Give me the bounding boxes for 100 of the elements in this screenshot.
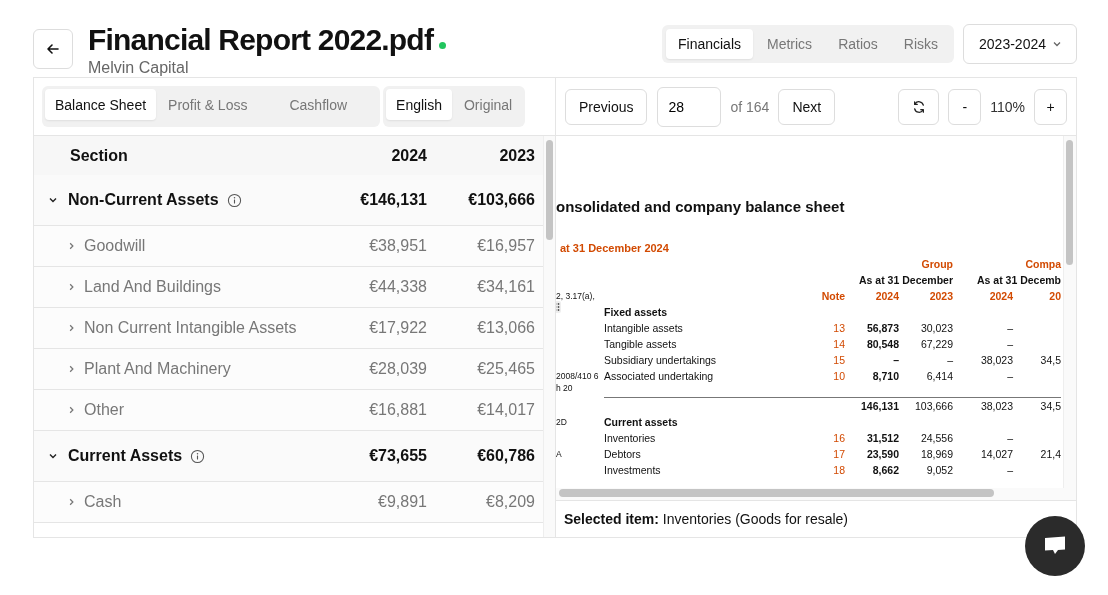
page-number-field[interactable]: 28	[657, 86, 722, 127]
column-header: 2024	[874, 289, 899, 304]
year-dropdown[interactable]: 2023-2024	[963, 23, 1077, 64]
value: 30,023	[919, 321, 953, 336]
row-heading: Current assets	[604, 415, 679, 430]
value: –	[1006, 337, 1013, 352]
document-subheading: at 31 December 2024	[559, 242, 670, 254]
row-label: Subsidiary undertakings	[604, 353, 718, 368]
column-subheading: As at 31 Decemb	[975, 273, 1061, 288]
margin-note: A	[556, 448, 563, 461]
chevron-down-icon[interactable]	[48, 195, 58, 205]
note-number: 13	[832, 321, 845, 336]
margin-note: 2008/410 6	[556, 370, 600, 383]
row-label: Intangible assets	[604, 321, 684, 336]
previous-button[interactable]: Previous	[565, 88, 648, 125]
note-number: 17	[832, 447, 845, 462]
zoom-out-button[interactable]: -	[948, 88, 982, 125]
value: 67,229	[919, 337, 953, 352]
tab[interactable]: Cashflow	[259, 89, 378, 120]
chevron-right-icon[interactable]	[67, 282, 76, 292]
chevron-right-icon[interactable]	[67, 364, 76, 374]
next-button[interactable]: Next	[778, 88, 836, 125]
chevron-right-icon[interactable]	[67, 323, 76, 333]
amount: €28,039	[368, 360, 427, 378]
note-number: 16	[832, 431, 845, 446]
tab[interactable]: Financials	[665, 28, 753, 59]
value: 8,662	[871, 463, 899, 478]
amount: €38,951	[368, 237, 427, 255]
tab[interactable]: Ratios	[826, 28, 890, 59]
scrollbar-thumb[interactable]	[546, 140, 553, 240]
note-number: 10	[832, 369, 845, 384]
value: 24,556	[919, 431, 953, 446]
line-item-label: Cash	[84, 493, 122, 511]
page-count: of 164	[730, 98, 770, 115]
scrollbar[interactable]	[556, 488, 1076, 501]
document-heading: onsolidated and company balance sheet	[556, 198, 846, 215]
column-header: 2024	[988, 289, 1013, 304]
tab[interactable]: Metrics	[755, 28, 825, 59]
total-value: 34,5	[1013, 397, 1061, 414]
amount: €17,922	[368, 319, 427, 337]
amount: €16,881	[368, 401, 427, 419]
amount: €103,666	[467, 191, 535, 209]
value: 18,969	[919, 447, 953, 462]
row-heading: Fixed assets	[604, 305, 669, 320]
zoom-in-button[interactable]: +	[1034, 88, 1067, 125]
value: 80,548	[865, 337, 899, 352]
row-label: Associated undertaking	[604, 369, 715, 384]
column-header: Section	[69, 146, 129, 165]
chevron-right-icon[interactable]	[67, 405, 76, 415]
tab[interactable]: Profit & Loss	[158, 89, 258, 120]
chevron-right-icon[interactable]	[67, 241, 76, 251]
scrollbar-thumb[interactable]	[559, 489, 994, 497]
amount: €8,209	[485, 493, 535, 511]
amount: €146,131	[359, 191, 427, 209]
amount: €34,161	[476, 278, 535, 296]
tab[interactable]: Balance Sheet	[45, 89, 157, 120]
margin-note: 2D	[556, 416, 568, 429]
back-button[interactable]	[33, 28, 73, 69]
row-label: Inventories	[604, 431, 657, 446]
row-label: Debtors	[604, 447, 642, 462]
value: –	[1006, 431, 1013, 446]
value: 56,873	[865, 321, 899, 336]
note-number: 14	[832, 337, 845, 352]
tab[interactable]: Risks	[891, 28, 951, 59]
amount: €16,957	[476, 237, 535, 255]
chat-button[interactable]	[1025, 516, 1085, 576]
row-label: Investments	[604, 463, 662, 478]
value: 31,512	[865, 431, 899, 446]
note-number: 15	[832, 353, 845, 368]
line-item-label: Goodwill	[84, 237, 146, 255]
tab[interactable]: Original	[453, 89, 523, 120]
amount: €14,017	[476, 401, 535, 419]
scrollbar[interactable]	[1063, 136, 1076, 488]
section-label: Non-Current Assets	[68, 191, 219, 209]
company-name: Melvin Capital	[88, 58, 190, 77]
info-icon[interactable]	[190, 448, 206, 464]
zoom-level: 110%	[990, 98, 1025, 115]
amount: €44,338	[368, 278, 427, 296]
refresh-button[interactable]	[898, 88, 940, 125]
value: 14,027	[979, 447, 1013, 462]
column-header: 20	[1048, 289, 1061, 304]
amount: €73,655	[368, 447, 427, 465]
chevron-down-icon[interactable]	[48, 451, 58, 461]
info-icon[interactable]	[226, 192, 242, 208]
line-item-label: Land And Buildings	[84, 278, 221, 296]
chevron-right-icon[interactable]	[67, 497, 76, 507]
column-header: 2023	[928, 289, 953, 304]
arrow-left-icon	[46, 41, 60, 56]
value: –	[946, 353, 953, 368]
scrollbar-thumb[interactable]	[1066, 140, 1073, 265]
column-header: 2023	[498, 146, 535, 165]
total-value: 103,666	[899, 397, 953, 414]
value: 8,710	[871, 369, 899, 384]
tab[interactable]: English	[386, 89, 452, 120]
scrollbar[interactable]	[543, 136, 555, 537]
value: 6,414	[925, 369, 953, 384]
refresh-icon	[911, 99, 926, 114]
total-value: 146,131	[845, 397, 899, 414]
value: –	[892, 353, 899, 368]
amount: €25,465	[476, 360, 535, 378]
